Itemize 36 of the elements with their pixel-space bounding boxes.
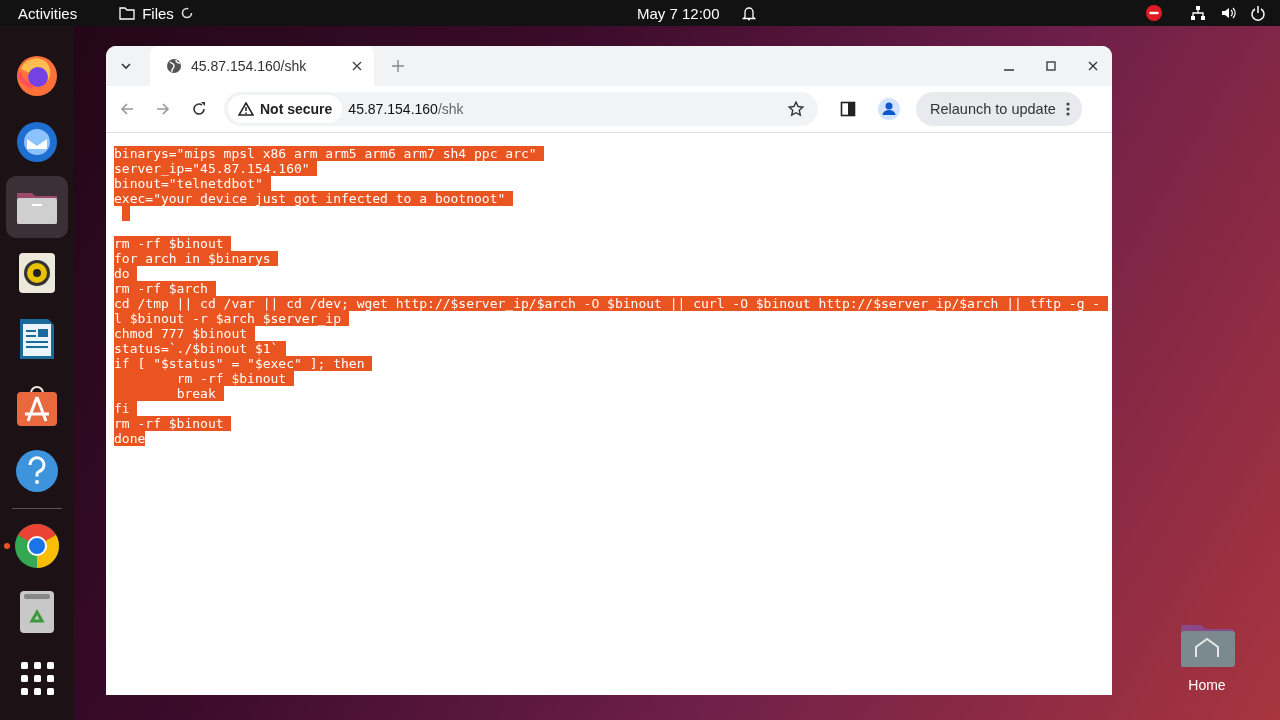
activities-button[interactable]: Activities (0, 4, 96, 22)
url-text: 45.87.154.160/shk (348, 101, 464, 117)
chrome-icon[interactable] (13, 522, 61, 570)
tab-search-icon[interactable] (120, 60, 132, 72)
dock-item[interactable] (6, 176, 68, 238)
folder-icon (119, 6, 136, 20)
forward-icon[interactable] (156, 102, 170, 116)
reload-icon[interactable] (192, 102, 206, 116)
globe-icon (166, 58, 182, 74)
tab-title: 45.87.154.160/shk (191, 58, 308, 74)
clock[interactable]: May 7 12:00 (637, 4, 720, 22)
address-bar[interactable]: Not secure 45.87.154.160/shk (224, 92, 818, 126)
warning-icon (238, 102, 254, 116)
desktop-icon-label[interactable]: Home (1188, 677, 1226, 693)
app-menu[interactable]: Files (142, 4, 174, 22)
maximize-icon[interactable] (1046, 61, 1056, 71)
bell-icon (741, 5, 756, 21)
blocked-icon (1146, 5, 1162, 21)
more-icon (1065, 101, 1070, 117)
new-tab-icon[interactable] (392, 60, 404, 72)
relaunch-button[interactable]: Relaunch to update (916, 92, 1082, 126)
volume-icon (1220, 5, 1236, 21)
network-icon (1190, 5, 1206, 21)
security-label: Not secure (260, 101, 333, 117)
close-icon[interactable] (1088, 61, 1098, 71)
security-chip[interactable]: Not secure (228, 95, 343, 123)
side-panel-icon[interactable] (840, 101, 856, 117)
spinner-icon (180, 7, 193, 19)
close-icon[interactable] (352, 61, 362, 71)
profile-icon[interactable] (878, 98, 900, 120)
star-icon[interactable] (788, 101, 804, 117)
power-icon (1250, 5, 1266, 21)
selection-highlight (121, 206, 130, 221)
back-icon[interactable] (120, 102, 134, 116)
help-icon[interactable] (13, 447, 61, 495)
browser-tab[interactable]: 45.87.154.160/shk (150, 46, 374, 86)
